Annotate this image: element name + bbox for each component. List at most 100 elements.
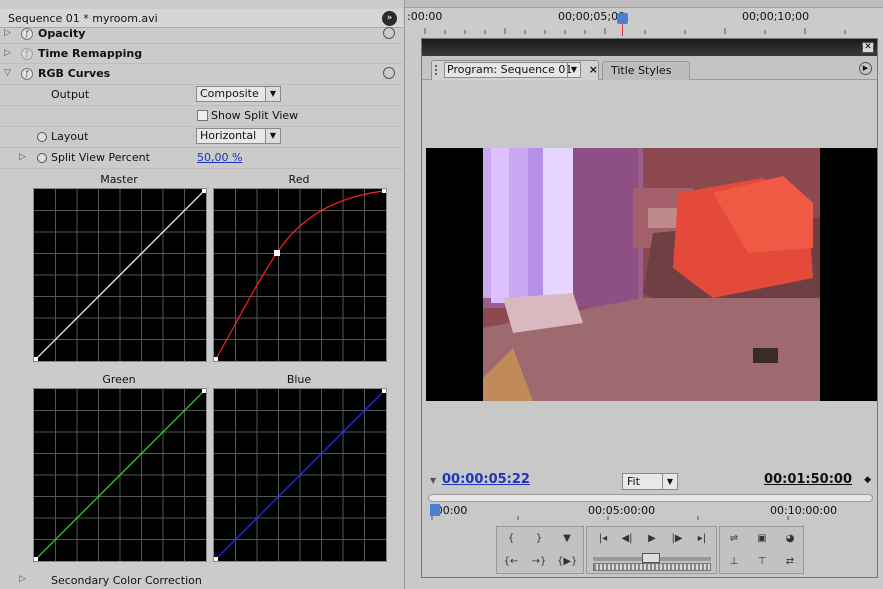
split-view-percent-label: Split View Percent <box>51 151 150 164</box>
play-in-to-out-icon[interactable]: {▶} <box>557 553 577 571</box>
layout-dropdown[interactable]: Horizontal ▼ <box>196 128 281 144</box>
go-to-out-point-icon[interactable]: →} <box>529 553 549 571</box>
monitor-tabbar: Program: Sequence 01 ▼ × Title Styles ▶ <box>422 56 877 80</box>
extract-icon[interactable]: ⊤ <box>752 553 772 571</box>
rgb-curves-label: RGB Curves <box>38 67 111 80</box>
video-frame <box>483 148 820 401</box>
time-remapping-row[interactable]: ▷ ƒ Time Remapping <box>0 44 403 64</box>
layout-row: Layout Horizontal ▼ <box>0 127 403 148</box>
dropdown-arrow-icon: ▼ <box>567 63 580 77</box>
title-styles-tab-label: Title Styles <box>611 64 672 77</box>
jog-wheel[interactable] <box>593 563 711 571</box>
app-root: Sequence 01 * myroom.avi » ▷ ƒ Opacity ▷… <box>0 0 883 589</box>
green-curve-graph[interactable] <box>33 388 207 562</box>
output-label: Output <box>51 88 90 101</box>
time-remapping-label: Time Remapping <box>38 47 143 60</box>
stopwatch-icon[interactable] <box>37 132 47 142</box>
video-viewer[interactable] <box>426 148 877 401</box>
settings-icon[interactable]: ◆ <box>864 475 871 485</box>
opacity-row[interactable]: ▷ ƒ Opacity <box>0 24 403 44</box>
stopwatch-icon[interactable] <box>37 153 47 163</box>
tab-program[interactable]: Program: Sequence 01 ▼ × <box>431 60 599 80</box>
master-curve-graph[interactable] <box>33 188 207 362</box>
blue-curve-graph[interactable] <box>213 388 387 562</box>
output-value: Composite <box>200 87 259 100</box>
mini-ruler-ticks <box>431 516 789 520</box>
duration-timecode: 00:01:50:00 <box>764 472 852 487</box>
fx-toggle-icon[interactable]: ƒ <box>21 48 33 60</box>
effect-controls-panel: Sequence 01 * myroom.avi » ▷ ƒ Opacity ▷… <box>0 0 405 589</box>
loop-icon[interactable]: ⇌ <box>724 530 744 548</box>
red-curve-label: Red <box>288 173 310 186</box>
play-icon[interactable]: ▶ <box>642 530 662 548</box>
show-split-view-label: Show Split View <box>211 109 299 122</box>
ruler-time-1: 00;00;05;00 <box>558 10 626 23</box>
show-split-view-checkbox[interactable] <box>197 110 208 121</box>
ruler-ticks <box>424 28 846 34</box>
ruler-time-2: 00;00;10;00 <box>742 10 810 23</box>
timecode-bar: ▼ 00:00:05:22 Fit ▼ 00:01:50:00 ◆ <box>422 469 877 491</box>
edit-controls: ⇌ ▣ ◕ ⊥ ⊤ ⇄ <box>719 526 804 574</box>
dropdown-arrow-icon: ▼ <box>265 87 280 101</box>
ruler-scroll-track[interactable] <box>405 0 883 8</box>
step-back-icon[interactable]: ◀| <box>617 530 637 548</box>
rgb-curves-row[interactable]: ▽ ƒ RGB Curves <box>0 64 403 85</box>
panel-menu-icon[interactable]: ▶ <box>859 62 872 75</box>
layout-value: Horizontal <box>200 129 257 142</box>
marker-controls: { } ▼ {← →} {▶} <box>496 526 584 574</box>
set-in-point-icon[interactable]: { <box>501 530 521 548</box>
trim-icon[interactable]: ⇄ <box>780 553 800 571</box>
program-tab-label: Program: Sequence 01 <box>447 63 573 76</box>
dropdown-arrow-icon: ▼ <box>662 474 677 489</box>
secondary-color-label: Secondary Color Correction <box>51 574 202 587</box>
marker-icon[interactable]: ▼ <box>430 476 436 485</box>
safe-margins-icon[interactable]: ▣ <box>752 530 772 548</box>
close-icon[interactable]: ✕ <box>862 42 874 53</box>
blue-curve-label: Blue <box>286 373 312 386</box>
program-monitor-window: ✕ Program: Sequence 01 ▼ × Title Styles … <box>421 38 878 578</box>
set-out-point-icon[interactable]: } <box>529 530 549 548</box>
red-curve-control-point <box>274 250 280 256</box>
mini-playhead[interactable] <box>430 504 440 516</box>
ruler-time-0: :00:00 <box>407 10 443 23</box>
reset-icon[interactable] <box>383 67 395 79</box>
opacity-label: Opacity <box>38 27 86 40</box>
master-curve-label: Master <box>100 173 138 186</box>
split-view-percent-row: ▷ Split View Percent 50,00 % <box>0 148 403 169</box>
output-icon[interactable]: ◕ <box>780 530 800 548</box>
expand-triangle-icon[interactable]: ▷ <box>19 574 26 584</box>
layout-label: Layout <box>51 130 89 143</box>
fx-toggle-icon[interactable]: ƒ <box>21 28 33 40</box>
go-to-next-edit-icon[interactable]: ▸| <box>692 530 712 548</box>
viewing-area-bar[interactable] <box>428 494 873 502</box>
go-to-in-point-icon[interactable]: {← <box>501 553 521 571</box>
split-view-toggle-row: Show Split View <box>0 106 403 127</box>
playback-controls: |◂ ◀| ▶ |▶ ▸| <box>586 526 717 574</box>
fx-toggle-icon[interactable]: ƒ <box>21 68 33 80</box>
close-tab-icon[interactable]: × <box>589 63 598 76</box>
red-curve-graph[interactable] <box>213 188 387 362</box>
expand-triangle-icon[interactable]: ▷ <box>4 48 11 58</box>
expand-triangle-icon[interactable]: ▷ <box>4 28 11 38</box>
split-view-percent-value[interactable]: 50,00 % <box>197 151 242 164</box>
dropdown-arrow-icon: ▼ <box>265 129 280 143</box>
timeline-ruler[interactable]: :00:00 00;00;05;00 00;00;10;00 <box>405 0 883 36</box>
zoom-dropdown[interactable]: Fit ▼ <box>622 473 678 490</box>
lift-icon[interactable]: ⊥ <box>724 553 744 571</box>
collapse-triangle-icon[interactable]: ▽ <box>4 68 11 78</box>
tab-title-styles[interactable]: Title Styles <box>602 61 690 80</box>
monitor-time-ruler[interactable]: :00:00 00:05:00:00 00:10:00:00 <box>428 494 873 520</box>
drag-grip-icon[interactable] <box>435 65 441 75</box>
program-sequence-dropdown[interactable]: Program: Sequence 01 ▼ <box>444 62 581 78</box>
secondary-color-row[interactable]: ▷ Secondary Color Correction <box>0 571 403 589</box>
playhead-handle[interactable] <box>617 13 628 24</box>
current-timecode[interactable]: 00:00:05:22 <box>442 472 530 487</box>
expand-triangle-icon[interactable]: ▷ <box>19 152 26 162</box>
reset-icon[interactable] <box>383 27 395 39</box>
output-dropdown[interactable]: Composite ▼ <box>196 86 281 102</box>
set-marker-icon[interactable]: ▼ <box>557 530 577 548</box>
shuttle-knob[interactable] <box>642 553 660 563</box>
window-titlebar[interactable]: ✕ <box>422 39 877 56</box>
step-forward-icon[interactable]: |▶ <box>667 530 687 548</box>
go-to-previous-edit-icon[interactable]: |◂ <box>593 530 613 548</box>
